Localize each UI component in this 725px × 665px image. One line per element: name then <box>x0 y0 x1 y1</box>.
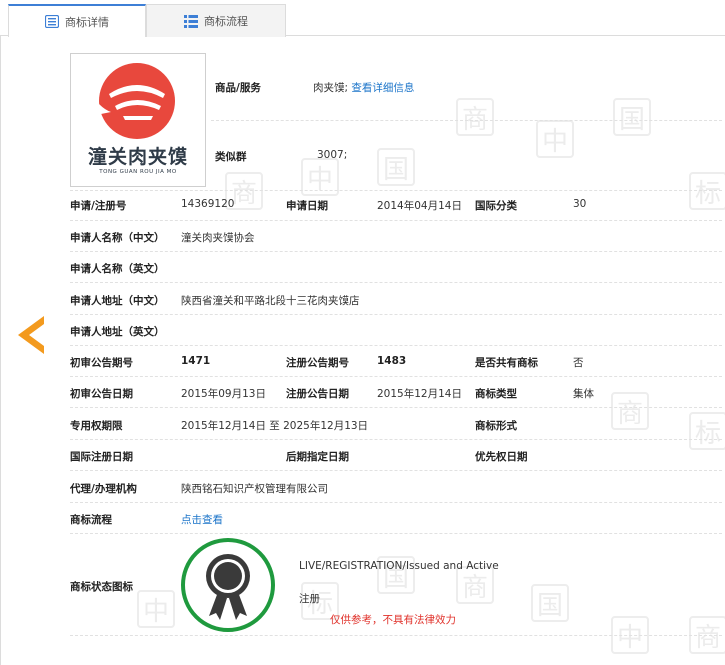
intl-reg-date-label: 国际注册日期 <box>70 451 133 463</box>
address-cn-label: 申请人地址（中文） <box>70 295 165 307</box>
document-list-icon <box>45 15 59 28</box>
priority-date-label: 优先权日期 <box>475 451 528 463</box>
later-date-label: 后期指定日期 <box>286 451 349 463</box>
logo-sub-text: TONG GUAN ROU JIA MO <box>99 169 177 175</box>
shared-label: 是否共有商标 <box>475 357 538 369</box>
tab-trademark-details[interactable]: 商标详情 <box>8 4 146 37</box>
applicant-en-label: 申请人名称（英文） <box>70 263 165 275</box>
watermark: 商 <box>611 392 649 430</box>
status-badge <box>181 538 275 632</box>
watermark: 标 <box>689 172 725 210</box>
goods-services-text: 肉夹馍; <box>313 82 349 94</box>
watermark: 商 <box>456 98 494 136</box>
goods-services-value: 肉夹馍; 查看详细信息 <box>313 80 414 95</box>
tab-label: 商标流程 <box>204 15 248 28</box>
app-date-label: 申请日期 <box>286 200 328 212</box>
divider <box>70 635 722 636</box>
address-en-label: 申请人地址（英文） <box>70 326 165 338</box>
prelim-no-value: 1471 <box>181 355 211 367</box>
reg-no-label: 申请/注册号 <box>70 200 127 212</box>
applicant-cn-value: 潼关肉夹馍协会 <box>181 232 255 244</box>
view-process-link[interactable]: 点击查看 <box>181 512 223 527</box>
status-en-text: LIVE/REGISTRATION/Issued and Active <box>299 560 499 572</box>
divider <box>70 533 722 534</box>
watermark: 中 <box>137 590 175 628</box>
watermark: 标 <box>689 412 725 450</box>
tab-label: 商标详情 <box>65 15 109 29</box>
divider <box>70 376 722 377</box>
prelim-date-label: 初审公告日期 <box>70 388 133 400</box>
watermark: 中 <box>536 120 574 158</box>
reg-ann-no-value: 1483 <box>377 355 407 367</box>
back-arrow-icon[interactable] <box>18 316 44 354</box>
trademark-detail-panel: 商 中 国 标 商 中 国 商 标 中 国 商 国 中 商 标 潼关肉夹馍 TO… <box>0 36 725 665</box>
divider <box>70 282 722 283</box>
reg-ann-date-label: 注册公告日期 <box>286 388 349 400</box>
similar-group-label: 类似群 <box>215 151 247 163</box>
agency-label: 代理/办理机构 <box>70 483 137 495</box>
trademark-logo: 潼关肉夹馍 TONG GUAN ROU JIA MO <box>70 53 206 187</box>
divider <box>70 470 722 471</box>
prelim-no-label: 初审公告期号 <box>70 357 133 369</box>
type-value: 集体 <box>573 388 594 400</box>
award-ribbon-icon <box>206 554 250 620</box>
watermark: 国 <box>531 584 569 622</box>
reg-ann-date-value: 2015年12月14日 <box>377 388 462 400</box>
reg-ann-no-label: 注册公告期号 <box>286 357 349 369</box>
reg-no-value: 14369120 <box>181 198 235 210</box>
divider <box>70 251 722 252</box>
address-cn-value: 陕西省潼关和平路北段十三花肉夹馍店 <box>181 295 360 307</box>
divider <box>211 120 722 121</box>
divider <box>70 220 722 221</box>
divider <box>70 190 722 191</box>
tab-bar: 商标详情 商标流程 <box>0 0 725 37</box>
term-value: 2015年12月14日 至 2025年12月13日 <box>181 420 369 432</box>
legal-disclaimer: 仅供参考，不具有法律效力 <box>330 614 456 626</box>
prelim-date-value: 2015年09月13日 <box>181 388 266 400</box>
shared-value: 否 <box>573 357 584 369</box>
divider <box>70 439 722 440</box>
process-label: 商标流程 <box>70 514 112 526</box>
divider <box>70 407 722 408</box>
watermark: 国 <box>377 148 415 186</box>
goods-services-label: 商品/服务 <box>215 82 261 94</box>
type-label: 商标类型 <box>475 388 517 400</box>
status-icon-label: 商标状态图标 <box>70 581 133 593</box>
intl-class-label: 国际分类 <box>475 200 517 212</box>
intl-class-value: 30 <box>573 198 587 210</box>
applicant-cn-label: 申请人名称（中文） <box>70 232 165 244</box>
watermark: 国 <box>613 98 651 136</box>
divider <box>70 502 722 503</box>
app-date-value: 2014年04月14日 <box>377 200 462 212</box>
status-cn-text: 注册 <box>299 593 320 605</box>
divider <box>70 314 722 315</box>
similar-group-value: 3007; <box>317 149 348 161</box>
grid-list-icon <box>184 14 198 28</box>
logo-main-text: 潼关肉夹馍 <box>87 146 188 168</box>
tab-trademark-process[interactable]: 商标流程 <box>146 4 286 37</box>
agency-value: 陕西铭石知识产权管理有限公司 <box>181 483 328 495</box>
term-label: 专用权期限 <box>70 420 123 432</box>
view-details-link[interactable]: 查看详细信息 <box>351 82 414 94</box>
divider <box>70 345 722 346</box>
form-label: 商标形式 <box>475 420 517 432</box>
